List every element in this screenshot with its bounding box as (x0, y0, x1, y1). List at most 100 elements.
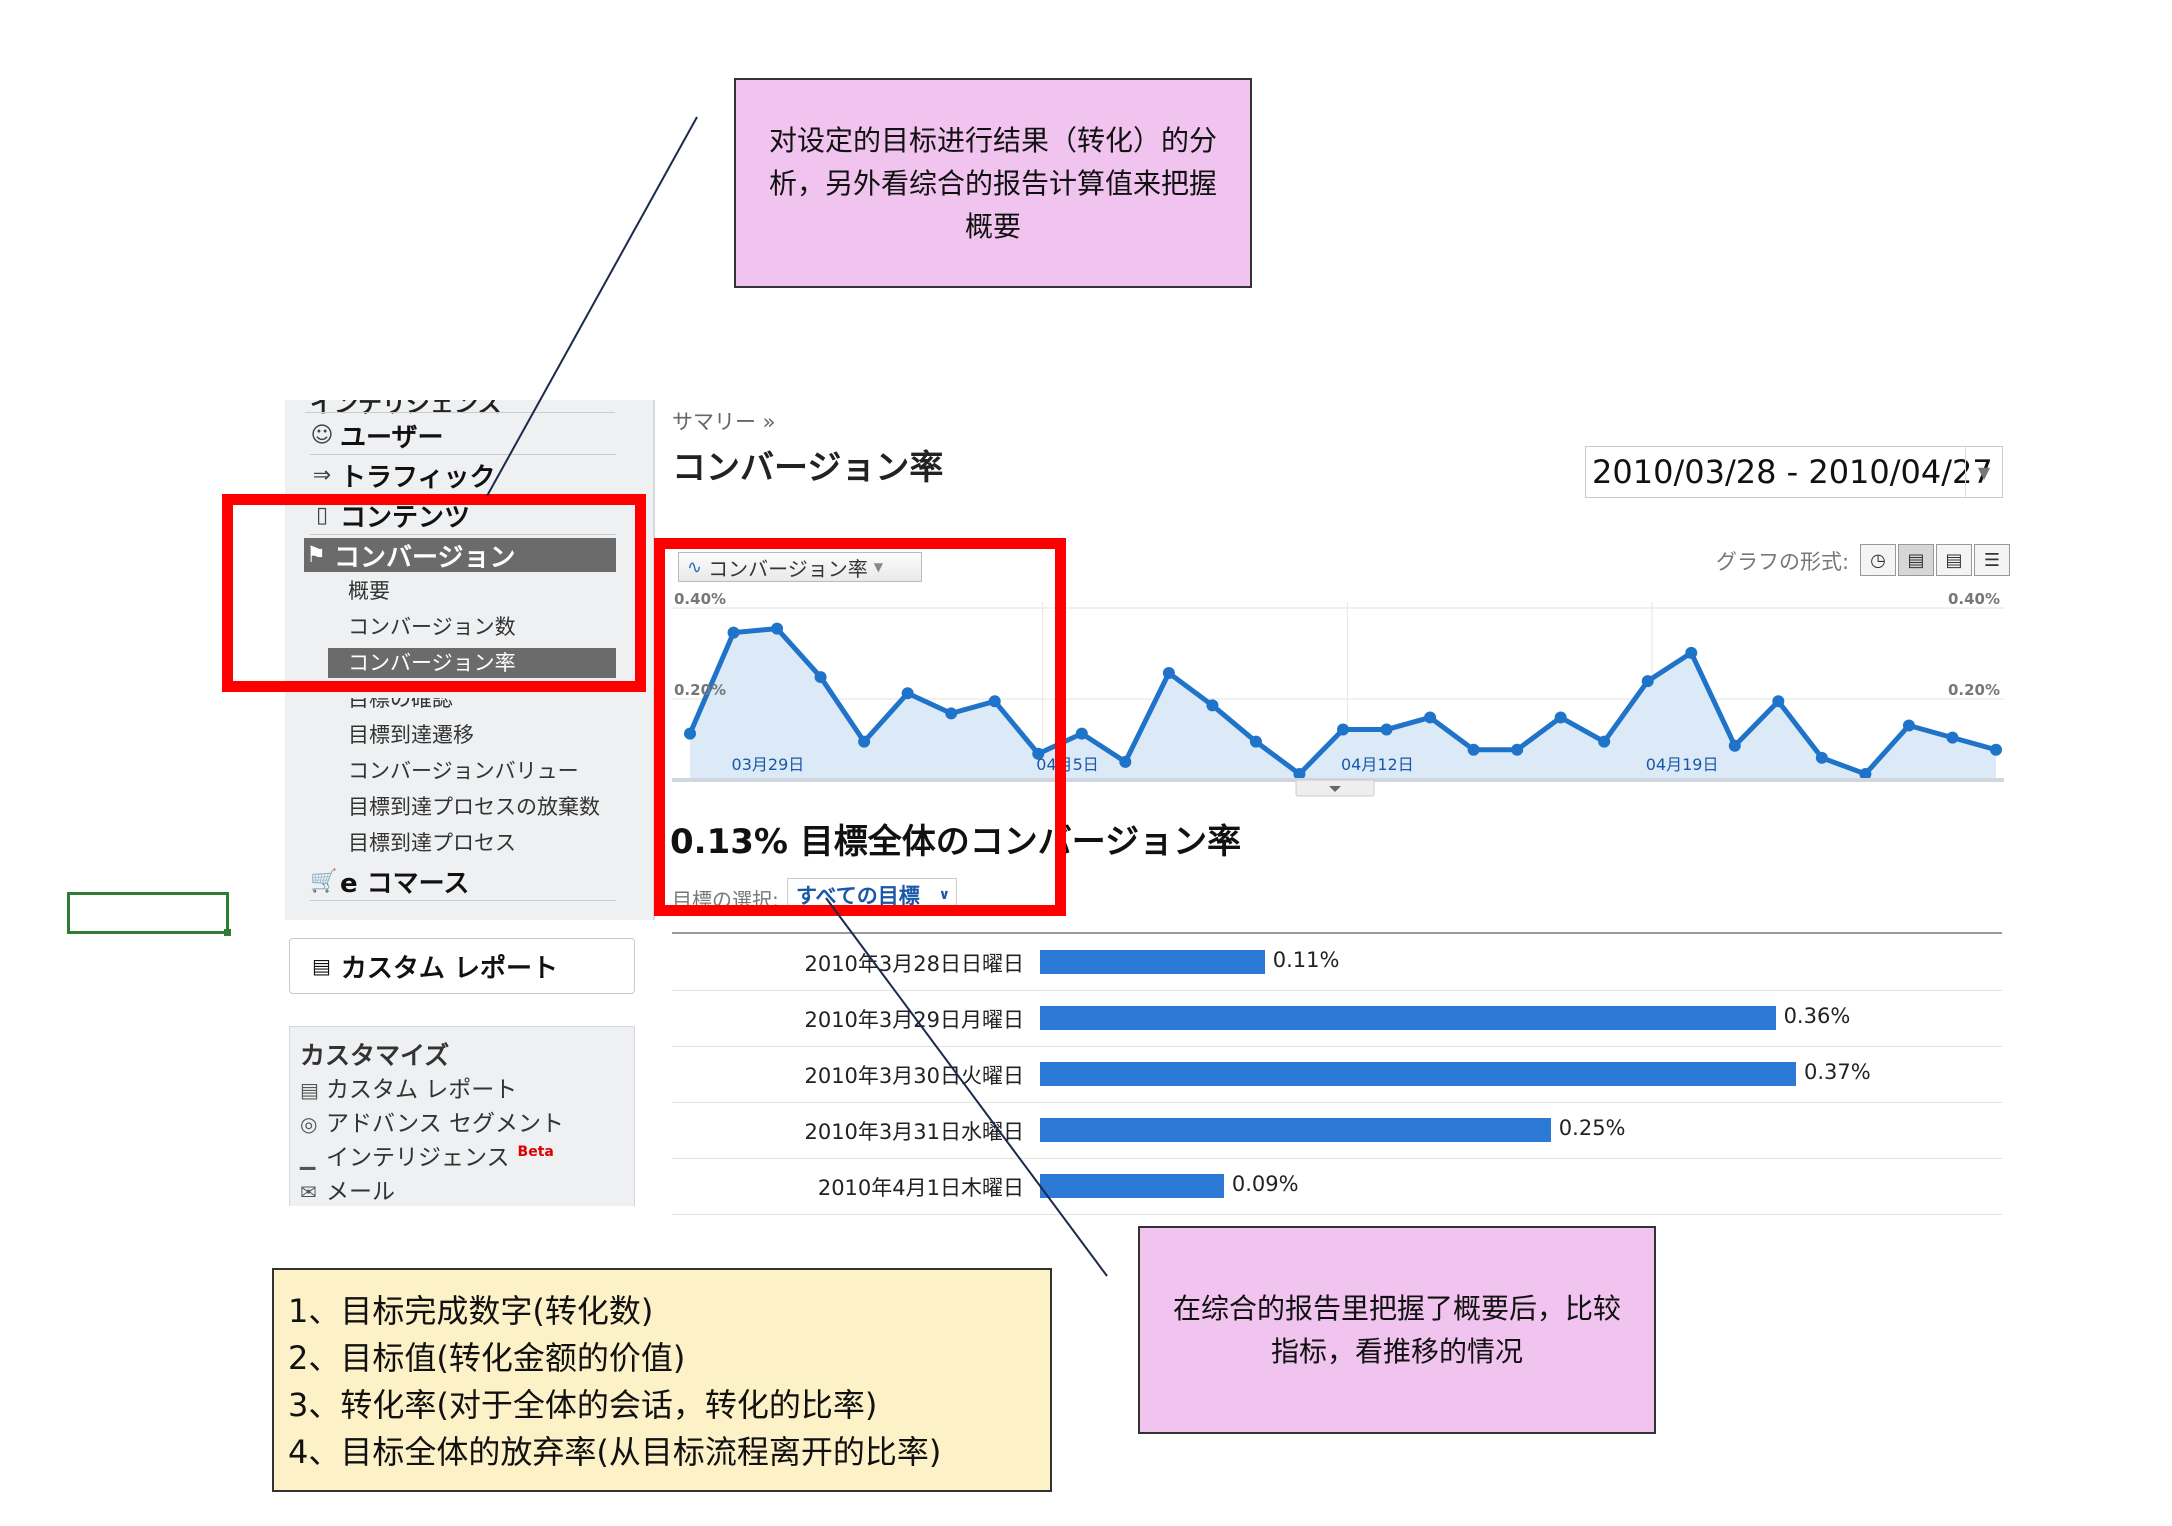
data-point (1467, 743, 1480, 756)
sidebar-item-label: e コマース (340, 868, 470, 899)
user-icon: ☺ (310, 422, 334, 448)
data-point (1946, 731, 1959, 744)
data-point (1815, 751, 1828, 764)
customize-item-label: アドバンス セグメント (326, 1111, 565, 1137)
annotation-line: 析，另外看综合的报告计算值来把握 (768, 166, 1217, 200)
custom-report-label: カスタム レポート (340, 953, 558, 984)
data-point (1641, 675, 1654, 688)
intelligence-icon: ▁ (300, 1146, 316, 1170)
traffic-icon: ⇒ (312, 462, 332, 488)
table-row: 2010年3月30日火曜日 0.37% (672, 1046, 2002, 1103)
sidebar-sub-funnel-abandonment[interactable]: 目標到達プロセスの放棄数 (348, 792, 600, 822)
sidebar-item-users[interactable]: ☺ ユーザー (310, 416, 616, 455)
clock-icon: ◷ (1870, 549, 1886, 571)
metrics-list-callout: 1、目标完成数字(转化数) 2、目标值(转化金额的价值) 3、转化率(对于全体的… (272, 1268, 1052, 1492)
graph-format-rows-button[interactable]: ☰ (1974, 544, 2010, 576)
customize-title: カスタマイズ (300, 1041, 450, 1070)
custom-report-link[interactable]: ▤ カスタム レポート (289, 938, 635, 994)
metrics-list-item: 3、转化率(对于全体的会话，转化的比率) (288, 1386, 878, 1424)
bar-category-label: 2010年3月29日月曜日 (804, 1008, 1024, 1032)
customize-item-label: メール (326, 1179, 395, 1205)
sidebar-item-ecommerce[interactable]: 🛒 e コマース (310, 862, 616, 901)
bar (1040, 1118, 1551, 1142)
report-icon: ▤ (300, 1078, 319, 1102)
data-point (1990, 743, 2002, 756)
x-tick-label: 04月12日 (1341, 755, 1414, 774)
bar-category-label: 2010年4月1日木曜日 (817, 1176, 1024, 1200)
cart-icon: 🛒 (310, 868, 338, 894)
data-point (1075, 727, 1088, 740)
mail-icon: ✉ (300, 1180, 317, 1204)
date-range-picker[interactable]: 2010/03/28 - 2010/04/27 ▼ (1585, 446, 2003, 498)
highlight-box-chart (654, 538, 1066, 916)
sidebar-sub-goal-transition[interactable]: 目標到達遷移 (348, 720, 474, 750)
table-icon: ▤ (1907, 549, 1925, 571)
data-point (1902, 719, 1915, 732)
data-point (1119, 755, 1132, 768)
data-point (1554, 711, 1567, 724)
bar-value-label: 0.11% (1272, 948, 1340, 972)
customize-advanced-segment[interactable]: ◎ アドバンス セグメント (300, 1104, 564, 1138)
selected-spreadsheet-cell (67, 892, 231, 936)
data-point (1685, 646, 1698, 659)
y-tick-label: 0.40% (1948, 590, 2000, 608)
data-point (1728, 739, 1741, 752)
y-tick-label: 0.20% (1948, 681, 2000, 699)
bar-value-label: 0.25% (1558, 1116, 1626, 1140)
data-point (1511, 743, 1524, 756)
data-point (1380, 723, 1393, 736)
graph-format-table-button[interactable]: ▤ (1898, 544, 1934, 576)
data-point (1162, 667, 1175, 680)
page-title: コンバージョン率 (672, 448, 944, 488)
sidebar-sub-funnel[interactable]: 目標到達プロセス (348, 828, 516, 858)
right-annotation-callout: 在综合的报告里把握了概要后，比较 指标，看推移的情况 (1138, 1226, 1656, 1434)
sidebar-item-label: トラフィック (340, 462, 496, 493)
data-point (1249, 735, 1262, 748)
customize-custom-report[interactable]: ▤ カスタム レポート (300, 1070, 517, 1104)
customize-item-label: インテリジェンス (326, 1145, 510, 1171)
annotation-line: 指标，看推移的情况 (1270, 1335, 1523, 1368)
date-range-value: 2010/03/28 - 2010/04/27 (1592, 453, 1993, 491)
annotation-line: 对设定的目标进行结果（转化）的分 (768, 123, 1217, 157)
sidebar-item-label: ユーザー (340, 422, 444, 453)
bar-value-label: 0.36% (1783, 1004, 1851, 1028)
rows-icon: ☰ (1983, 549, 2001, 571)
bar-category-label: 2010年3月30日火曜日 (804, 1064, 1024, 1088)
bar (1040, 1062, 1796, 1086)
metrics-list-item: 1、目标完成数字(转化数) (288, 1292, 654, 1330)
annotation-line: 在综合的报告里把握了概要后，比较 (1172, 1292, 1621, 1325)
table-row: 2010年4月1日木曜日 0.09% (672, 1158, 2002, 1215)
chevron-down-icon[interactable]: ▼ (1965, 447, 2002, 497)
beta-badge: Beta (517, 1144, 554, 1161)
table-row: 2010年3月31日水曜日 0.25% (672, 1102, 2002, 1159)
x-tick-label: 04月19日 (1646, 755, 1719, 774)
top-annotation-callout: 对设定的目标进行结果（转化）的分 析，另外看综合的报告计算值来把握 概要 (734, 78, 1252, 288)
sidebar-item-traffic[interactable]: ⇒ トラフィック (310, 456, 616, 495)
data-point (1598, 735, 1611, 748)
graph-format-motion-button[interactable]: ◷ (1860, 544, 1896, 576)
bar-value-label: 0.37% (1804, 1060, 1871, 1084)
metrics-list-item: 2、目标值(转化金额的价值) (288, 1339, 686, 1377)
bar-category-label: 2010年3月31日水曜日 (804, 1120, 1024, 1144)
segment-icon: ◎ (300, 1112, 318, 1136)
customize-intelligence[interactable]: ▁ インテリジェンス Beta (300, 1138, 554, 1172)
annotation-line: 概要 (964, 209, 1021, 243)
customize-mail[interactable]: ✉ メール (300, 1172, 395, 1206)
bar (1040, 1174, 1224, 1198)
graph-format-label: グラフの形式: (1716, 550, 1850, 574)
sidebar-sub-conversion-value[interactable]: コンバージョンバリュー (348, 756, 579, 786)
highlight-box-sidebar (222, 494, 646, 692)
data-point (1206, 699, 1219, 712)
bar-value-label: 0.09% (1231, 1172, 1299, 1196)
data-point (1772, 695, 1785, 708)
graph-format-list-button[interactable]: ▤ (1936, 544, 1972, 576)
bar (1040, 1006, 1776, 1030)
data-point (1337, 723, 1349, 736)
metrics-list-item: 4、目标全体的放弃率(从目标流程离开的比率) (288, 1433, 942, 1471)
table-row: 2010年3月28日日曜日 0.11% (672, 934, 2002, 991)
list-icon: ▤ (1945, 549, 1963, 571)
bar-category-label: 2010年3月28日日曜日 (804, 952, 1024, 976)
breadcrumb[interactable]: サマリー » (672, 406, 776, 436)
table-row: 2010年3月29日月曜日 0.36% (672, 990, 2002, 1047)
sidebar-divider (305, 400, 615, 413)
